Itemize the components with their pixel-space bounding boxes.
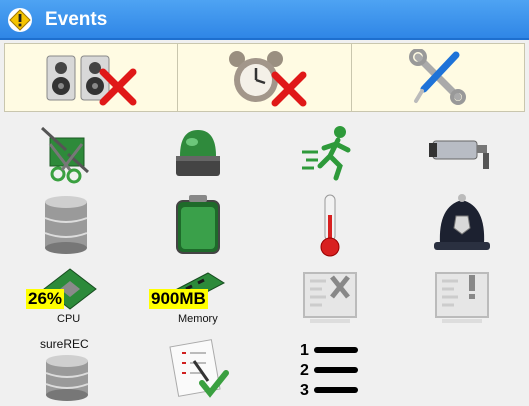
- event-surerec[interactable]: sureREC: [0, 333, 132, 405]
- title-bar: Events: [0, 0, 529, 40]
- event-panel-disabled[interactable]: [264, 261, 396, 333]
- surerec-database-icon: [45, 355, 89, 401]
- alarm-clock-off-icon: [229, 50, 307, 106]
- cut-wire-icon: [40, 126, 90, 184]
- event-memory[interactable]: 900MB Memory: [132, 261, 264, 333]
- green-beacon-icon: [176, 130, 220, 176]
- toolbar: [4, 43, 525, 112]
- event-tamper[interactable]: [0, 117, 132, 189]
- event-checklist[interactable]: [132, 333, 264, 405]
- police-helmet-icon: [434, 194, 490, 250]
- event-storage[interactable]: [0, 189, 132, 261]
- memory-label: Memory: [178, 313, 218, 325]
- running-man-exit-icon: [302, 126, 351, 181]
- disabled-panel-icon: [303, 272, 357, 323]
- svg-text:2: 2: [300, 362, 309, 379]
- database-icon: [44, 196, 88, 254]
- event-exit[interactable]: [264, 117, 396, 189]
- memory-usage-value: 900MB: [149, 289, 208, 309]
- event-camera[interactable]: [396, 117, 528, 189]
- tools-icon: [408, 48, 466, 105]
- checklist-icon: [169, 339, 229, 398]
- event-ordered-list[interactable]: 1 2 3: [264, 333, 396, 405]
- svg-text:1: 1: [300, 342, 309, 359]
- warning-icon: [8, 8, 32, 32]
- surerec-label: sureREC: [40, 337, 89, 351]
- alert-panel-icon: [435, 272, 489, 323]
- speakers-off-button[interactable]: [5, 44, 179, 111]
- thermometer-icon: [320, 194, 340, 257]
- event-police[interactable]: [396, 189, 528, 261]
- alarm-off-button[interactable]: [178, 44, 352, 111]
- event-grid: 26% CPU 900MB Memory sureREC 1 2 3: [0, 117, 529, 406]
- window-title: Events: [45, 9, 108, 30]
- speakers-mute-icon: [46, 55, 137, 105]
- cpu-usage-value: 26%: [26, 289, 65, 309]
- event-beacon[interactable]: [132, 117, 264, 189]
- svg-text:3: 3: [300, 382, 309, 399]
- event-battery[interactable]: [132, 189, 264, 261]
- battery-icon: [176, 195, 220, 254]
- event-panel-alert[interactable]: [396, 261, 528, 333]
- security-camera-icon: [429, 140, 489, 169]
- settings-button[interactable]: [352, 44, 524, 111]
- cpu-label: CPU: [57, 313, 81, 325]
- event-temperature[interactable]: [264, 189, 396, 261]
- numbered-list-icon: 1 2 3: [300, 342, 358, 399]
- event-cpu[interactable]: 26% CPU: [0, 261, 132, 333]
